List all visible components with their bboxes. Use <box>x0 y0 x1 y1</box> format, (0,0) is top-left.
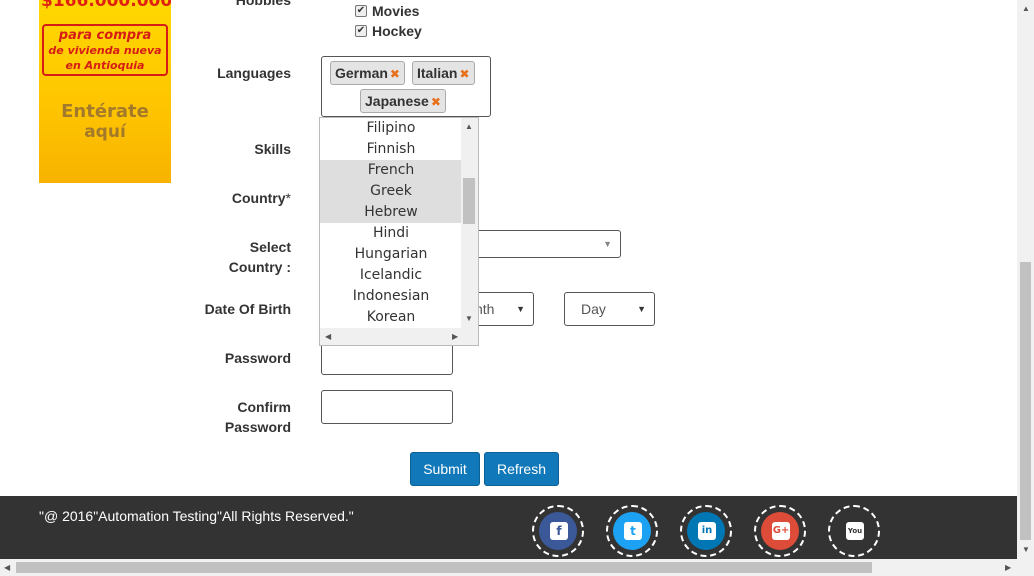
languages-label: Languages <box>217 65 291 81</box>
twitter-link[interactable]: t <box>606 505 658 557</box>
select-country-label-line-2: Country : <box>228 259 291 275</box>
hockey-label: Hockey <box>372 23 422 39</box>
dropdown-vertical-scrollbar[interactable]: ▲ ▼ <box>461 118 478 328</box>
ad-line-3: en Antioquia <box>65 59 145 72</box>
chevron-down-icon: ▼ <box>637 304 646 314</box>
scroll-left-icon[interactable]: ◀ <box>4 563 10 573</box>
hockey-checkbox[interactable]: ✔ <box>355 25 367 37</box>
scroll-down-icon[interactable]: ▼ <box>465 314 473 324</box>
language-option-filipino[interactable]: Filipino <box>320 118 462 139</box>
movies-checkbox[interactable]: ✔ <box>355 5 367 17</box>
google-plus-link[interactable]: G+ <box>754 505 806 557</box>
remove-icon[interactable]: ✖ <box>431 95 441 109</box>
languages-dropdown-list[interactable]: Filipino Finnish French Greek Hebrew Hin… <box>319 117 479 346</box>
scroll-right-icon[interactable]: ▶ <box>1005 563 1011 573</box>
chip-label: Japanese <box>365 93 429 109</box>
chevron-down-icon: ▼ <box>603 239 612 249</box>
confirm-label-line-1: Confirm <box>237 399 291 415</box>
password-label: Password <box>224 350 291 366</box>
date-of-birth-label: Date Of Birth <box>204 301 291 317</box>
day-select-value: Day <box>581 301 606 317</box>
chevron-down-icon: ▼ <box>516 304 525 314</box>
required-mark: * <box>285 190 291 206</box>
facebook-link[interactable]: f <box>532 505 584 557</box>
hobbies-label: Hobbies <box>235 0 291 8</box>
linkedin-icon-bg: in <box>687 512 725 550</box>
language-option-finnish[interactable]: Finnish <box>320 139 462 160</box>
scroll-down-icon[interactable]: ▼ <box>1022 545 1030 555</box>
google-plus-icon: G+ <box>772 522 790 540</box>
languages-multiselect[interactable]: German ✖ Italian ✖ Japanese ✖ <box>321 56 491 117</box>
submit-button[interactable]: Submit <box>410 452 480 486</box>
scroll-right-icon[interactable]: ▶ <box>452 332 458 342</box>
scroll-up-icon[interactable]: ▲ <box>1022 4 1030 14</box>
dropdown-scroll-thumb[interactable] <box>463 178 475 224</box>
youtube-link[interactable]: You <box>828 505 880 557</box>
confirm-password-input[interactable] <box>321 390 453 424</box>
copyright-text: "@ 2016"Automation Testing"All Rights Re… <box>39 508 354 524</box>
ad-call-to-action: Entérate aquí <box>39 101 171 143</box>
language-chip-japanese: Japanese ✖ <box>360 89 446 113</box>
remove-icon[interactable]: ✖ <box>390 67 400 81</box>
language-option-greek[interactable]: Greek <box>320 181 462 202</box>
refresh-button[interactable]: Refresh <box>484 452 559 486</box>
select-country-label-line-1: Select <box>249 239 291 255</box>
language-chip-italian: Italian ✖ <box>412 61 475 85</box>
twitter-icon: t <box>624 522 642 540</box>
linkedin-icon: in <box>698 522 716 540</box>
hobby-movies[interactable]: ✔ Movies <box>355 3 419 19</box>
language-option-hindi[interactable]: Hindi <box>320 223 462 244</box>
select-country-label: Select Country : <box>171 237 291 277</box>
movies-label: Movies <box>372 3 420 19</box>
country-label-text: Country <box>231 190 286 206</box>
remove-icon[interactable]: ✖ <box>459 67 469 81</box>
hobby-hockey[interactable]: ✔ Hockey <box>355 23 422 39</box>
youtube-icon-bg: You <box>835 512 873 550</box>
twitter-icon-bg: t <box>613 512 651 550</box>
ad-price: $166.000.000 <box>41 0 171 11</box>
language-option-indonesian[interactable]: Indonesian <box>320 286 462 307</box>
page-horizontal-scroll-thumb[interactable] <box>16 562 872 573</box>
confirm-label-line-2: Password <box>224 419 291 435</box>
page-vertical-scroll-thumb[interactable] <box>1020 262 1031 540</box>
youtube-icon: You <box>846 522 864 540</box>
day-select[interactable]: Day ▼ <box>564 292 655 326</box>
ad-cta-line-1: Entérate <box>61 101 149 122</box>
ad-line-1: para compra <box>58 28 152 43</box>
advertisement-banner[interactable]: $166.000.000 para compra de vivienda nue… <box>39 0 171 183</box>
scroll-left-icon[interactable]: ◀ <box>325 332 331 342</box>
country-label: Country* <box>171 188 291 208</box>
chip-label: Italian <box>417 65 458 81</box>
page-horizontal-scrollbar[interactable]: ◀ ▶ <box>0 559 1034 576</box>
facebook-icon: f <box>550 522 568 540</box>
page-vertical-scrollbar[interactable]: ▲ ▼ <box>1017 0 1034 559</box>
confirm-password-label: Confirm Password <box>171 397 291 437</box>
ad-offer-box: para compra de vivienda nueva en Antioqu… <box>42 24 168 76</box>
ad-cta-line-2: aquí <box>84 122 126 142</box>
language-option-hebrew[interactable]: Hebrew <box>320 202 462 223</box>
password-input[interactable] <box>321 341 453 375</box>
skills-label: Skills <box>254 141 291 157</box>
chip-label: German <box>335 65 388 81</box>
scroll-up-icon[interactable]: ▲ <box>465 122 473 132</box>
ad-line-2: de vivienda nueva <box>48 44 162 57</box>
language-option-icelandic[interactable]: Icelandic <box>320 265 462 286</box>
language-chip-german: German ✖ <box>330 61 405 85</box>
dropdown-horizontal-scrollbar[interactable]: ◀ ▶ <box>320 328 478 345</box>
footer: "@ 2016"Automation Testing"All Rights Re… <box>0 496 1017 559</box>
language-option-french[interactable]: French <box>320 160 462 181</box>
google-plus-icon-bg: G+ <box>761 512 799 550</box>
language-option-hungarian[interactable]: Hungarian <box>320 244 462 265</box>
language-option-korean[interactable]: Korean <box>320 307 462 328</box>
facebook-icon-bg: f <box>539 512 577 550</box>
linkedin-link[interactable]: in <box>680 505 732 557</box>
